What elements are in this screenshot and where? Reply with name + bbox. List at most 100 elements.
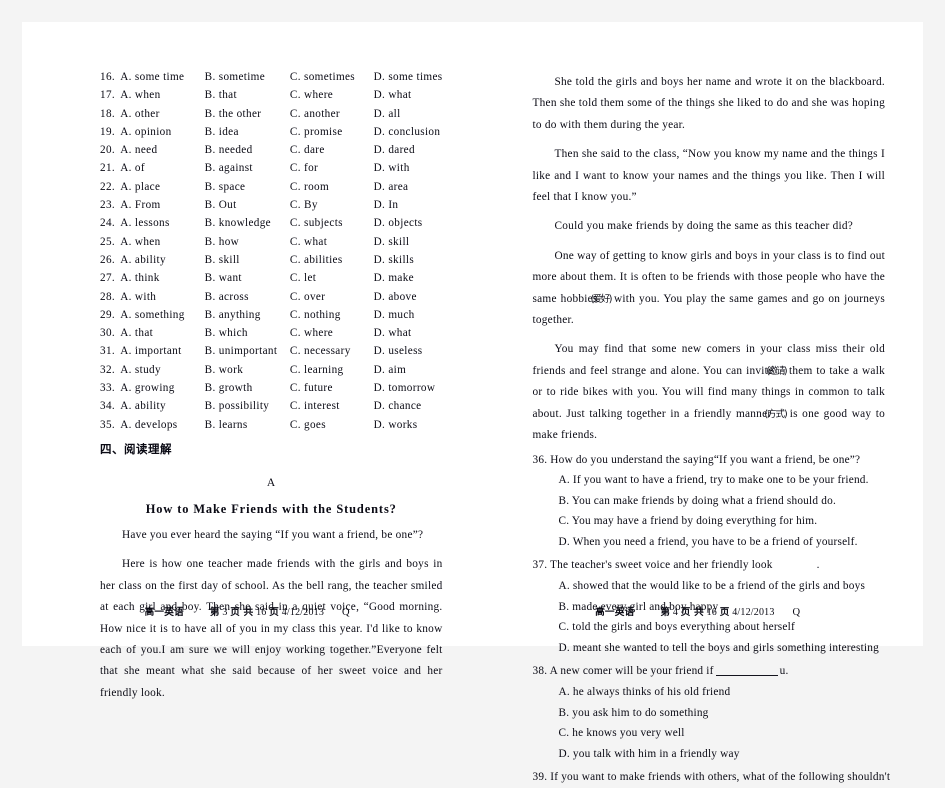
cloze-option-c[interactable]: C. over [290, 291, 374, 310]
cloze-option-b[interactable]: B. needed [205, 144, 290, 163]
cloze-option-b[interactable]: B. that [205, 90, 290, 108]
cloze-option-b[interactable]: B. sometime [205, 71, 290, 90]
cloze-option-a[interactable]: A. opinion [120, 126, 204, 145]
cloze-option-c[interactable]: C. subjects [290, 218, 374, 236]
question-36-option-d[interactable]: D. When you need a friend, you have to b… [533, 532, 886, 553]
question-37-option-a[interactable]: A. showed that the would like to be a fr… [533, 576, 886, 597]
cloze-option-c[interactable]: C. By [290, 199, 374, 218]
cloze-option-b[interactable]: B. against [205, 163, 290, 181]
question-38-blank[interactable] [715, 675, 778, 677]
cloze-option-c[interactable]: C. another [290, 108, 374, 127]
cloze-option-c[interactable]: C. dare [290, 144, 374, 163]
cloze-option-a[interactable]: A. that [120, 327, 204, 346]
cloze-option-b[interactable]: B. Out [205, 199, 290, 218]
cloze-option-a[interactable]: A. some time [120, 71, 204, 90]
cloze-option-d[interactable]: D. In [374, 199, 443, 218]
cloze-option-b[interactable]: B. skill [205, 254, 290, 273]
cloze-option-d[interactable]: D. skill [374, 236, 443, 255]
cloze-option-c[interactable]: C. what [290, 236, 374, 255]
cloze-option-c[interactable]: C. sometimes [290, 71, 374, 90]
cloze-option-d[interactable]: D. what [374, 90, 443, 108]
cloze-option-a[interactable]: A. study [120, 364, 204, 383]
cloze-option-a[interactable]: A. when [120, 90, 204, 108]
cloze-option-b[interactable]: B. possibility [205, 401, 290, 419]
cloze-option-c[interactable]: C. promise [290, 126, 374, 145]
cloze-option-c[interactable]: C. learning [290, 364, 374, 383]
cloze-option-d[interactable]: D. what [374, 327, 443, 346]
cloze-option-c[interactable]: C. where [290, 90, 374, 108]
cloze-option-c[interactable]: C. necessary [290, 346, 374, 364]
cloze-option-d[interactable]: D. useless [374, 346, 443, 364]
cloze-option-a[interactable]: A. place [120, 181, 204, 200]
cloze-option-d[interactable]: D. dared [374, 144, 443, 163]
passage-letter: A [266, 476, 276, 489]
cloze-option-c[interactable]: C. let [290, 273, 374, 291]
cloze-option-b[interactable]: B. which [205, 327, 290, 346]
cloze-option-a[interactable]: A. ability [120, 401, 204, 419]
reading-section-heading: 四、阅读理解 [100, 441, 172, 456]
cloze-option-d[interactable]: D. some times [374, 71, 443, 90]
question-36-option-c[interactable]: C. You may have a friend by doing everyt… [533, 511, 886, 532]
cloze-option-b[interactable]: B. space [205, 181, 290, 200]
cloze-option-b[interactable]: B. the other [205, 108, 290, 127]
cloze-option-a[interactable]: A. think [120, 273, 204, 291]
cloze-number: 17. [100, 89, 116, 102]
cloze-option-d[interactable]: D. much [374, 309, 443, 328]
question-37-blank[interactable]: . [817, 559, 820, 571]
cloze-option-c[interactable]: C. nothing [290, 309, 374, 328]
cloze-option-a[interactable]: A. important [120, 346, 204, 364]
cloze-option-d[interactable]: D. all [374, 108, 443, 127]
question-37-option-c[interactable]: C. told the girls and boys everything ab… [533, 617, 886, 638]
cloze-option-d[interactable]: D. aim [374, 364, 443, 383]
cloze-option-d[interactable]: D. with [374, 163, 443, 181]
cloze-option-a[interactable]: A. something [120, 309, 204, 328]
cloze-option-b[interactable]: B. growth [205, 382, 290, 401]
cloze-option-b[interactable]: B. anything [205, 309, 290, 328]
cloze-option-a[interactable]: A. need [120, 144, 204, 163]
cloze-option-d[interactable]: D. objects [374, 218, 443, 236]
cloze-option-b[interactable]: B. across [205, 291, 290, 310]
cloze-option-d[interactable]: D. chance [374, 401, 443, 419]
cloze-option-d[interactable]: D. works [374, 419, 443, 438]
cloze-option-c[interactable]: C. abilities [290, 254, 374, 273]
cloze-option-c[interactable]: C. where [290, 327, 374, 346]
cloze-option-a[interactable]: A. lessons [120, 218, 204, 236]
cloze-option-b[interactable]: B. unimportant [205, 346, 290, 364]
cloze-option-b[interactable]: B. learns [205, 419, 290, 438]
cloze-option-b[interactable]: B. knowledge [205, 218, 290, 236]
chinese-gloss-invite: (邀请) [766, 365, 787, 377]
cloze-option-d[interactable]: D. tomorrow [374, 382, 443, 401]
cloze-option-c[interactable]: C. for [290, 163, 374, 181]
cloze-option-d[interactable]: D. make [374, 273, 443, 291]
question-38-option-c[interactable]: C. he knows you very well [533, 723, 886, 744]
question-38-option-a[interactable]: A. he always thinks of his old friend [533, 682, 886, 703]
question-36-option-a[interactable]: A. If you want to have a friend, try to … [533, 470, 886, 491]
question-37-option-d[interactable]: D. meant she wanted to tell the boys and… [533, 638, 886, 659]
cloze-option-a[interactable]: A. when [120, 236, 204, 255]
cloze-option-a[interactable]: A. with [120, 291, 204, 310]
cloze-option-c[interactable]: C. interest [290, 401, 374, 419]
cloze-option-a[interactable]: A. of [120, 163, 204, 181]
cloze-option-a[interactable]: A. ability [120, 254, 204, 273]
cloze-option-a[interactable]: A. From [120, 199, 204, 218]
question-38-option-d[interactable]: D. you talk with him in a friendly way [533, 744, 886, 765]
cloze-option-b[interactable]: B. want [205, 273, 290, 291]
cloze-option-d[interactable]: D. skills [374, 254, 443, 273]
cloze-option-a[interactable]: A. develops [120, 419, 204, 438]
cloze-option-b[interactable]: B. how [205, 236, 290, 255]
cloze-option-b[interactable]: B. work [205, 364, 290, 383]
cloze-option-d[interactable]: D. conclusion [374, 126, 443, 145]
cloze-number: 20. [100, 144, 116, 157]
question-38-option-b[interactable]: B. you ask him to do something [533, 703, 886, 724]
question-36-option-b[interactable]: B. You can make friends by doing what a … [533, 491, 886, 512]
cloze-option-c[interactable]: C. goes [290, 419, 374, 438]
cloze-option-d[interactable]: D. above [374, 291, 443, 310]
cloze-row-31: 31. A. important B. unimportant C. neces… [100, 346, 443, 364]
cloze-option-b[interactable]: B. idea [205, 126, 290, 145]
cloze-option-a[interactable]: A. growing [120, 382, 204, 401]
cloze-option-d[interactable]: D. area [374, 181, 443, 200]
cloze-option-a[interactable]: A. other [120, 108, 204, 127]
cloze-row-16: 16. A. some time B. sometime C. sometime… [100, 71, 443, 90]
cloze-option-c[interactable]: C. room [290, 181, 374, 200]
cloze-option-c[interactable]: C. future [290, 382, 374, 401]
